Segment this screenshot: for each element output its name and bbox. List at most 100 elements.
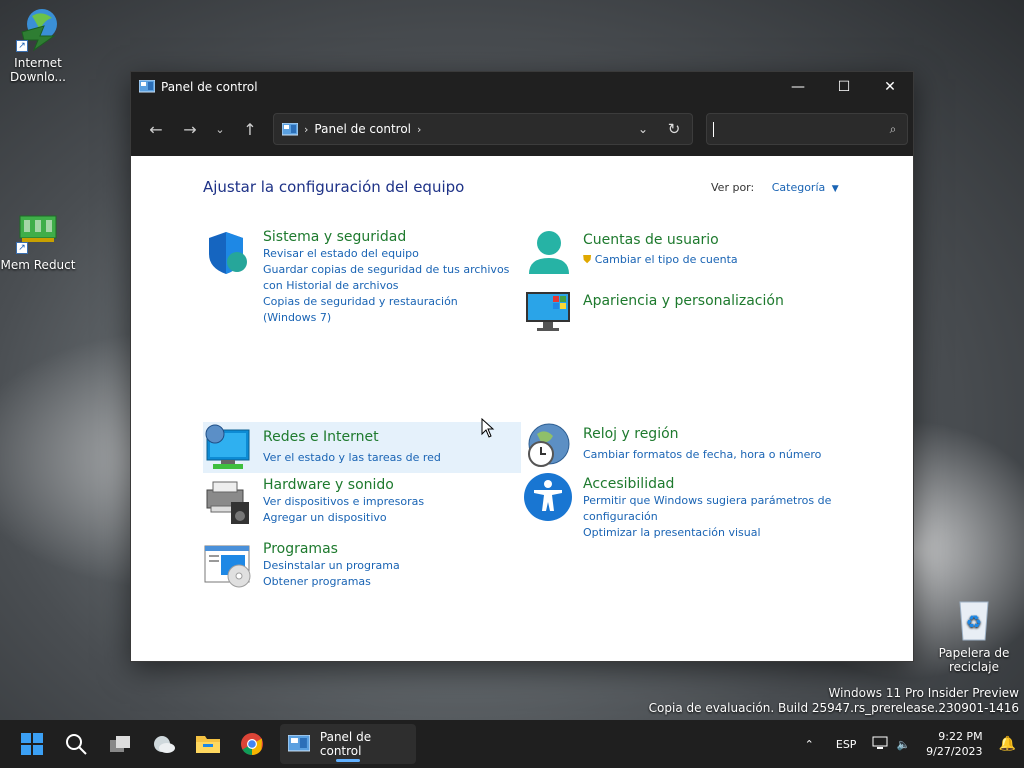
search-button[interactable] bbox=[56, 724, 96, 764]
input-language[interactable]: ESP bbox=[828, 738, 865, 751]
system-tray: ⌃ ESP 🔈 9:22 PM 9/27/2023 🔔 bbox=[797, 720, 1024, 768]
category-link[interactable]: Obtener programas bbox=[263, 574, 513, 590]
category-title[interactable]: Reloj y región bbox=[583, 425, 833, 443]
chevron-right-icon[interactable]: › bbox=[417, 123, 421, 136]
taskbar-app-control-panel[interactable]: Panel de control bbox=[280, 724, 416, 764]
category-link[interactable]: Desinstalar un programa bbox=[263, 558, 513, 574]
category-link[interactable]: Ver dispositivos e impresoras bbox=[263, 494, 513, 510]
internet-download-manager-icon: ↗ bbox=[14, 6, 62, 54]
volume-muted-icon[interactable]: 🔈 bbox=[896, 738, 918, 751]
clock[interactable]: 9:22 PM 9/27/2023 bbox=[918, 729, 990, 759]
category-link[interactable]: Guardar copias de seguridad de tus archi… bbox=[263, 262, 513, 294]
weather-widget-icon bbox=[154, 736, 175, 753]
maximize-icon: ☐ bbox=[837, 79, 851, 95]
close-icon: ✕ bbox=[884, 79, 896, 95]
watermark-line: Copia de evaluación. Build 25947.rs_prer… bbox=[648, 701, 1019, 715]
category-link-label: Cambiar el tipo de cuenta bbox=[594, 253, 738, 266]
forward-button[interactable]: → bbox=[173, 114, 207, 144]
svg-text:♻: ♻ bbox=[966, 612, 982, 633]
breadcrumb[interactable]: Panel de control bbox=[314, 122, 411, 136]
back-button[interactable]: ← bbox=[139, 114, 173, 144]
category-title[interactable]: Redes e Internet bbox=[263, 428, 513, 446]
chevron-down-icon: ⌄ bbox=[215, 122, 225, 136]
window-title: Panel de control bbox=[161, 80, 258, 94]
evaluation-watermark: Windows 11 Pro Insider Preview Copia de … bbox=[649, 686, 1019, 716]
category-title[interactable]: Apariencia y personalización bbox=[583, 292, 833, 310]
uac-shield-icon: ⛊ bbox=[583, 253, 592, 266]
folder-icon bbox=[196, 736, 220, 753]
refresh-icon[interactable]: ↻ bbox=[656, 120, 692, 138]
search-icon bbox=[66, 734, 87, 755]
clock-date: 9/27/2023 bbox=[926, 745, 983, 758]
task-view-button[interactable] bbox=[100, 724, 140, 764]
monitor-appearance-icon bbox=[526, 292, 570, 331]
mem-reduct-icon: ↗ bbox=[14, 208, 62, 256]
desktop-icon-label: Mem Reduct bbox=[0, 258, 76, 272]
desktop-icon-recycle-bin[interactable]: ♻ Papelera de reciclaje bbox=[936, 596, 1012, 674]
recent-locations-button[interactable]: ⌄ bbox=[207, 114, 233, 144]
task-view-icon bbox=[110, 736, 130, 752]
search-box[interactable]: ⌕ bbox=[706, 113, 908, 145]
page-title: Ajustar la configuración del equipo bbox=[203, 178, 465, 196]
chevron-right-icon: › bbox=[304, 122, 309, 136]
shield-icon bbox=[209, 232, 247, 274]
windows-logo-icon bbox=[21, 733, 43, 755]
view-by-label: Ver por: bbox=[711, 181, 755, 194]
caret-down-icon[interactable]: ▼ bbox=[832, 184, 839, 194]
category-link[interactable]: Permitir que Windows sugiera parámetros … bbox=[583, 493, 833, 525]
address-dropdown-icon[interactable]: ⌄ bbox=[630, 122, 656, 136]
view-by: Ver por: Categoría ▼ bbox=[711, 181, 839, 194]
network-icon[interactable] bbox=[864, 736, 896, 753]
arrow-up-icon: ↑ bbox=[243, 119, 257, 139]
control-panel-window: Panel de control — ☐ ✕ ← → ⌄ ↑ › Panel d… bbox=[130, 71, 914, 662]
search-icon[interactable]: ⌕ bbox=[879, 122, 907, 137]
category-link[interactable]: Optimizar la presentación visual bbox=[583, 525, 833, 541]
chrome-icon bbox=[241, 733, 263, 755]
network-globe-icon bbox=[205, 424, 250, 469]
clock-globe-icon bbox=[528, 423, 570, 467]
user-accounts-icon bbox=[529, 231, 569, 274]
mouse-cursor-icon bbox=[481, 418, 495, 438]
view-by-dropdown[interactable]: Categoría bbox=[772, 181, 826, 194]
content-area: Ajustar la configuración del equipo Ver … bbox=[131, 156, 913, 661]
category-link[interactable]: Revisar el estado del equipo bbox=[263, 246, 513, 262]
start-button[interactable] bbox=[12, 724, 52, 764]
taskbar-app-label: Panel de control bbox=[319, 730, 372, 758]
desktop-icon-label: Internet Downlo... bbox=[10, 56, 66, 84]
category-link[interactable]: Agregar un dispositivo bbox=[263, 510, 513, 526]
chrome-button[interactable] bbox=[232, 724, 272, 764]
category-link[interactable]: Copias de seguridad y restauración (Wind… bbox=[263, 294, 513, 326]
notification-bell-icon[interactable]: 🔔 bbox=[991, 736, 1024, 752]
address-bar[interactable]: › Panel de control › ⌄ ↻ bbox=[273, 113, 693, 145]
category-link[interactable]: Cambiar formatos de fecha, hora o número bbox=[583, 447, 833, 463]
category-link[interactable]: ⛊ Cambiar el tipo de cuenta bbox=[583, 252, 833, 268]
control-panel-icon bbox=[282, 122, 298, 135]
clock-time: 9:22 PM bbox=[938, 730, 983, 743]
category-title[interactable]: Cuentas de usuario bbox=[583, 231, 833, 249]
category-title[interactable]: Accesibilidad bbox=[583, 475, 833, 493]
active-indicator bbox=[336, 759, 360, 762]
watermark-line: Windows 11 Pro Insider Preview bbox=[828, 686, 1019, 700]
widgets-button[interactable] bbox=[144, 724, 184, 764]
navigation-bar: ← → ⌄ ↑ › Panel de control › ⌄ ↻ ⌕ bbox=[131, 102, 913, 156]
category-link[interactable]: Ver el estado y las tareas de red bbox=[263, 450, 513, 466]
arrow-right-icon: → bbox=[183, 119, 197, 139]
printer-speaker-icon bbox=[206, 481, 249, 524]
minimize-icon: — bbox=[791, 79, 805, 95]
control-panel-icon bbox=[139, 80, 155, 93]
file-explorer-button[interactable] bbox=[188, 724, 228, 764]
category-title[interactable]: Programas bbox=[263, 540, 513, 558]
title-bar[interactable]: Panel de control — ☐ ✕ bbox=[131, 72, 913, 102]
minimize-button[interactable]: — bbox=[775, 72, 821, 102]
accessibility-icon bbox=[524, 473, 572, 521]
taskbar: Panel de control ⌃ ESP 🔈 9:22 PM 9/27/20… bbox=[0, 720, 1024, 768]
search-input[interactable] bbox=[714, 122, 879, 136]
desktop-icon-mem-reduct[interactable]: ↗ Mem Reduct bbox=[0, 208, 76, 272]
maximize-button[interactable]: ☐ bbox=[821, 72, 867, 102]
category-title[interactable]: Hardware y sonido bbox=[263, 476, 513, 494]
close-button[interactable]: ✕ bbox=[867, 72, 913, 102]
desktop-icon-internet-download-manager[interactable]: ↗ Internet Downlo... bbox=[0, 6, 76, 84]
up-button[interactable]: ↑ bbox=[233, 114, 267, 144]
show-hidden-icons-chevron-up-icon[interactable]: ⌃ bbox=[797, 738, 822, 751]
category-title[interactable]: Sistema y seguridad bbox=[263, 228, 513, 246]
